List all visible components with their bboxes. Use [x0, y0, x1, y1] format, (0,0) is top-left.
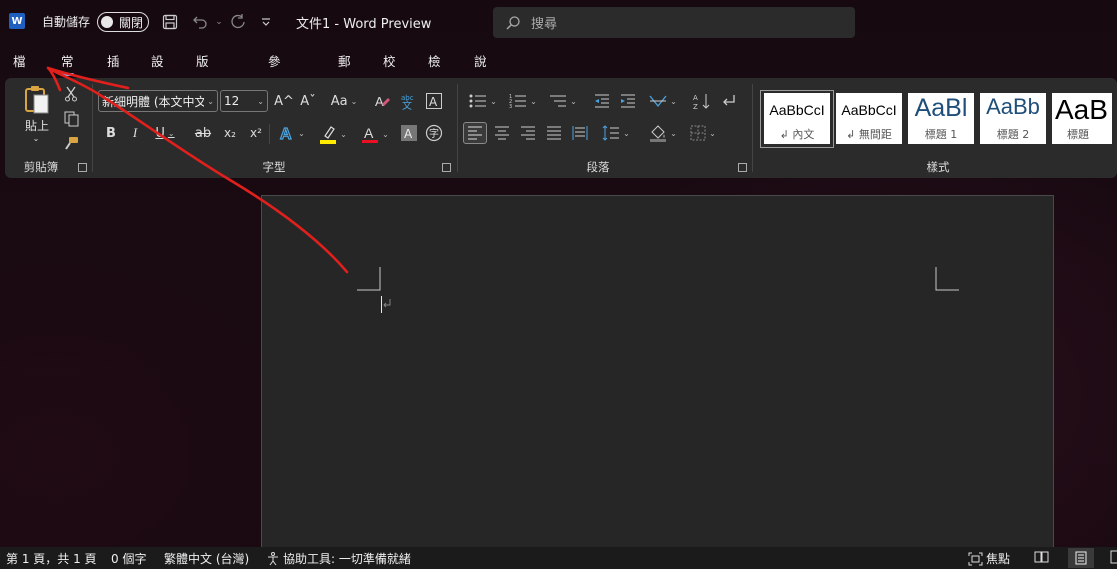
language-status[interactable]: 繁體中文 (台灣): [164, 550, 249, 567]
print-layout-icon[interactable]: [1068, 548, 1094, 568]
accessibility-icon: [268, 551, 278, 565]
web-layout-icon[interactable]: [1110, 550, 1117, 567]
focus-icon: [968, 552, 983, 565]
read-mode-icon[interactable]: [1034, 550, 1049, 567]
accessibility-label: 協助工具: 一切準備就緒: [283, 552, 411, 566]
word-count[interactable]: 0 個字: [111, 550, 146, 567]
page-count[interactable]: 第 1 頁，共 1 頁: [6, 550, 97, 567]
focus-mode-button[interactable]: 焦點: [968, 550, 1010, 567]
status-bar: 第 1 頁，共 1 頁 0 個字 繁體中文 (台灣) 協助工具: 一切準備就緒 …: [0, 547, 1117, 569]
annotation-arrow-icon: [46, 66, 349, 274]
focus-label: 焦點: [986, 552, 1011, 566]
accessibility-status[interactable]: 協助工具: 一切準備就緒: [266, 550, 411, 567]
